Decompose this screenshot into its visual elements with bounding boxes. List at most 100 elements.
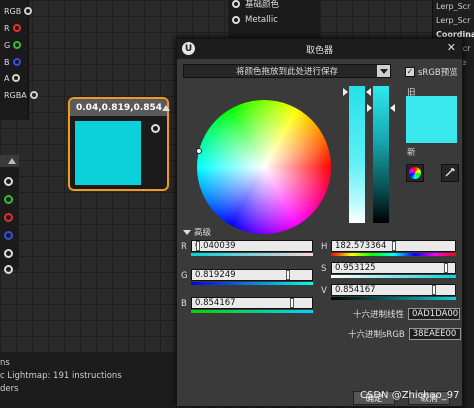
- slider-knob[interactable]: [286, 270, 290, 280]
- color-wheel-mode-button[interactable]: [406, 164, 424, 182]
- pin-circle-icon[interactable]: [4, 213, 13, 222]
- hex-srgb-input[interactable]: 38EAEE00: [408, 328, 461, 340]
- hue-slider[interactable]: H 182.573364: [321, 240, 456, 256]
- pin-r[interactable]: R: [4, 21, 21, 35]
- node-title-bar[interactable]: 0.04,0.819,0.854: [70, 99, 170, 116]
- pin-circle-icon[interactable]: [4, 265, 13, 274]
- red-slider[interactable]: R 0.040039: [181, 240, 313, 256]
- green-gradient: [191, 282, 313, 285]
- dialog-title: 取色器: [305, 45, 333, 56]
- green-value-field[interactable]: 0.819249: [191, 269, 313, 281]
- channel-label: H: [321, 242, 328, 252]
- color-picker-dialog[interactable]: U 取色器 ✕ 将颜色拖放到此处进行保存 ✓ sRGB预览 旧 新 高级 R 0…: [176, 38, 463, 407]
- hex-srgb-label: 十六进制sRGB: [348, 330, 405, 340]
- blue-value-field[interactable]: 0.854167: [191, 297, 313, 309]
- color-wheel-icon: [409, 167, 421, 179]
- pin-circle-icon[interactable]: [4, 231, 13, 240]
- slider-marker-icon[interactable]: [366, 88, 371, 96]
- pin-circle-icon[interactable]: [12, 24, 21, 32]
- blue-gradient: [191, 310, 313, 313]
- pin-base-color[interactable]: 基础颜色: [232, 0, 279, 10]
- channel-label: G: [181, 271, 188, 281]
- advanced-label: 高级: [194, 228, 212, 238]
- pin-circle-icon[interactable]: [12, 58, 21, 66]
- pin-g[interactable]: G: [4, 38, 22, 52]
- pin-circle-icon[interactable]: [24, 7, 33, 15]
- color-wheel[interactable]: [197, 100, 331, 234]
- pin-label: Metallic: [245, 15, 278, 25]
- hex-linear-input[interactable]: 0AD1DA00: [408, 308, 461, 320]
- old-color-swatch[interactable]: [406, 96, 457, 143]
- close-icon[interactable]: ✕: [447, 41, 456, 54]
- pin-rgb[interactable]: RGB: [4, 4, 33, 18]
- pin-b[interactable]: B: [4, 55, 21, 69]
- pin-metallic[interactable]: Metallic: [232, 14, 278, 26]
- blue-slider[interactable]: B 0.854167: [181, 297, 313, 313]
- break-out-node[interactable]: RGB R G B A RGBA: [0, 0, 38, 120]
- pin-circle-icon[interactable]: [4, 195, 13, 204]
- pin-label: RGBA: [4, 90, 27, 100]
- wheel-cursor[interactable]: [196, 148, 202, 154]
- green-slider[interactable]: G 0.819249: [181, 269, 313, 285]
- watermark-text: CSDN @Zhichao_97: [360, 390, 460, 401]
- pin-a[interactable]: A: [4, 71, 21, 85]
- value-value-field[interactable]: 0.854167: [331, 284, 456, 296]
- stats-log-panel: ns c Lightmap: 191 instructions ders: [0, 352, 175, 408]
- color-preview-swatch[interactable]: [75, 121, 141, 185]
- pin-circle-icon[interactable]: [232, 16, 240, 24]
- chevron-down-icon[interactable]: [377, 65, 390, 77]
- pin-circle-icon[interactable]: [4, 177, 13, 186]
- list-item[interactable]: Lerp_Scr: [436, 16, 474, 25]
- slider-knob[interactable]: [444, 263, 448, 273]
- slider-marker-icon[interactable]: [367, 104, 372, 112]
- pin-label: G: [4, 40, 11, 50]
- material-output-node[interactable]: 基础颜色 Metallic: [228, 0, 320, 38]
- hex-linear-row: 十六进制线性 0AD1DA00: [353, 308, 461, 320]
- slider-knob[interactable]: [432, 285, 436, 295]
- checkbox[interactable]: ✓: [405, 67, 415, 77]
- slider-knob[interactable]: [196, 241, 200, 251]
- srgb-label: sRGB预览: [418, 68, 458, 78]
- partial-node[interactable]: [0, 155, 19, 274]
- log-line: ns: [0, 358, 10, 368]
- pin-circle-icon[interactable]: [29, 91, 38, 99]
- pin-rgba[interactable]: RGBA: [4, 88, 38, 102]
- dropdown-label: 将颜色拖放到此处进行保存: [235, 67, 338, 77]
- eyedropper-button[interactable]: [441, 164, 459, 182]
- saturation-gradient: [331, 275, 456, 278]
- node-header: [0, 155, 19, 167]
- output-pin-icon[interactable]: [151, 124, 160, 133]
- slider-marker-icon[interactable]: [343, 88, 348, 96]
- pin-circle-icon[interactable]: [12, 74, 21, 82]
- pin-circle-icon[interactable]: [4, 249, 13, 258]
- value-slider[interactable]: V 0.854167: [321, 284, 456, 300]
- dialog-titlebar[interactable]: U 取色器 ✕: [177, 39, 462, 59]
- red-gradient: [191, 253, 313, 256]
- channel-label: V: [321, 286, 327, 296]
- advanced-section-header[interactable]: 高级: [183, 226, 211, 238]
- slider-knob[interactable]: [392, 241, 396, 251]
- log-line: ders: [0, 384, 19, 394]
- constant3vector-node[interactable]: 0.04,0.819,0.854: [68, 97, 170, 191]
- slider-marker-icon[interactable]: [390, 104, 395, 112]
- collapse-arrow-icon[interactable]: [161, 104, 170, 111]
- value-bar[interactable]: [373, 86, 389, 223]
- hex-srgb-row: 十六进制sRGB 38EAEE00: [348, 328, 461, 340]
- channel-label: S: [321, 264, 327, 274]
- saturation-bar[interactable]: [349, 86, 365, 223]
- saturation-slider[interactable]: S 0.953125: [321, 262, 456, 278]
- red-value-field[interactable]: 0.040039: [191, 240, 313, 252]
- list-item[interactable]: Lerp_Scr: [436, 2, 474, 11]
- unreal-logo-icon: U: [182, 42, 195, 55]
- pin-circle-icon[interactable]: [232, 0, 240, 8]
- expand-arrow-icon[interactable]: [183, 229, 191, 235]
- hex-linear-label: 十六进制线性: [353, 310, 405, 320]
- srgb-preview-toggle[interactable]: ✓ sRGB预览: [405, 66, 458, 78]
- slider-knob[interactable]: [290, 298, 294, 308]
- eyedropper-icon: [445, 168, 455, 177]
- color-theme-dropdown[interactable]: 将颜色拖放到此处进行保存: [183, 64, 391, 78]
- pin-label: A: [4, 73, 10, 83]
- pin-circle-icon[interactable]: [13, 41, 22, 49]
- saturation-value-field[interactable]: 0.953125: [331, 262, 456, 274]
- log-line: c Lightmap: 191 instructions: [0, 371, 122, 381]
